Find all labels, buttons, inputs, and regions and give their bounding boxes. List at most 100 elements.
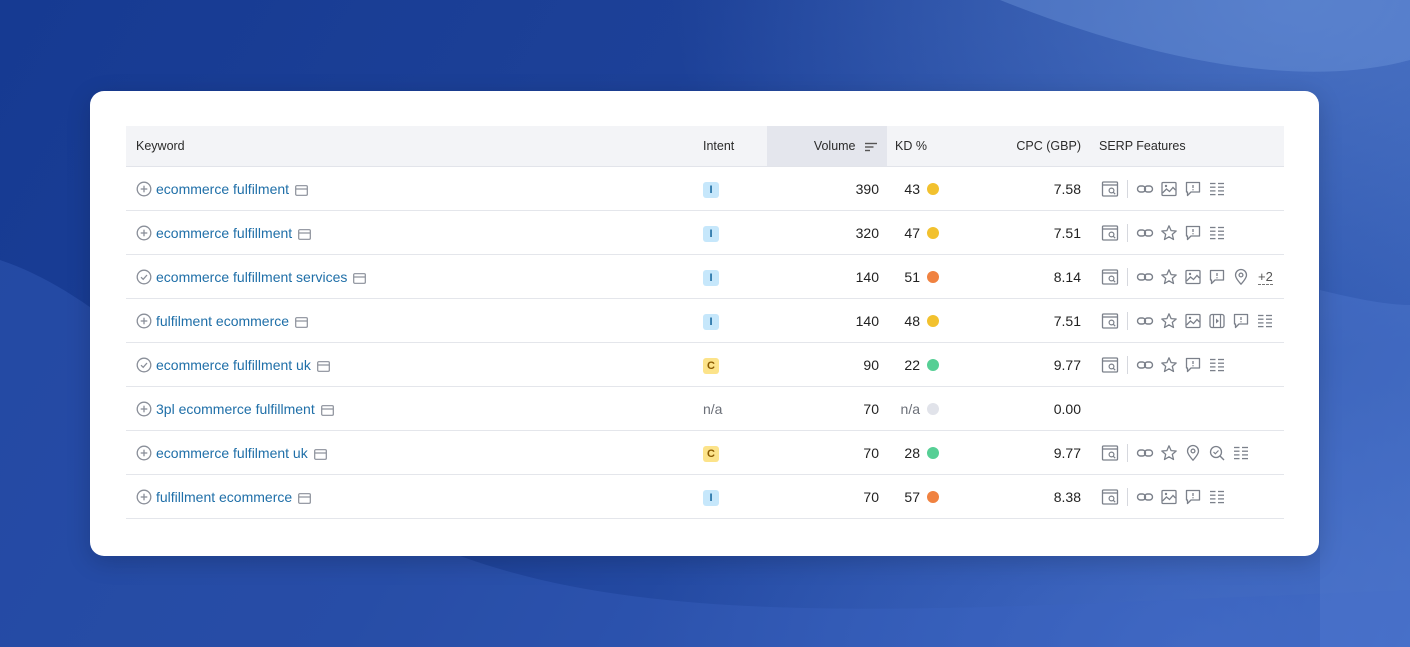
keyword-link[interactable]: ecommerce fulfillment services xyxy=(156,269,347,285)
link-icon[interactable] xyxy=(1136,224,1154,242)
serp-snapshot-icon[interactable] xyxy=(295,183,308,196)
link-icon[interactable] xyxy=(1136,444,1154,462)
check-circle-icon[interactable] xyxy=(136,269,152,285)
kd-difficulty-dot xyxy=(927,315,939,328)
intent-badge-commercial[interactable]: C xyxy=(703,445,719,462)
search-result-icon[interactable] xyxy=(1101,444,1119,462)
list-icon[interactable] xyxy=(1232,444,1250,462)
intent-cell: I xyxy=(703,166,767,211)
header-kd[interactable]: KD % xyxy=(887,126,967,167)
intent-badge-informational[interactable]: I xyxy=(703,489,719,506)
keyword-cell: fulfillment ecommerce xyxy=(126,474,703,519)
intent-na: n/a xyxy=(703,400,723,417)
image-icon[interactable] xyxy=(1184,268,1202,286)
serp-snapshot-icon[interactable] xyxy=(353,271,367,284)
intent-badge-informational[interactable]: I xyxy=(703,313,719,330)
kd-value: 57 xyxy=(904,489,920,506)
keyword-cell: ecommerce fulfilment xyxy=(126,166,703,211)
search-result-icon[interactable] xyxy=(1101,312,1119,330)
header-cpc[interactable]: CPC (GBP) xyxy=(967,126,1087,167)
review-comment-icon[interactable] xyxy=(1184,224,1202,242)
link-icon[interactable] xyxy=(1136,180,1154,198)
search-result-icon[interactable] xyxy=(1101,180,1119,198)
intent-badge-informational[interactable]: I xyxy=(703,269,719,286)
link-icon[interactable] xyxy=(1136,488,1154,506)
intent-badge-informational[interactable]: I xyxy=(703,225,719,242)
cpc-cell: 8.38 xyxy=(967,474,1087,519)
review-comment-icon[interactable] xyxy=(1208,268,1226,286)
search-result-icon[interactable] xyxy=(1101,488,1119,506)
keyword-link[interactable]: fulfilment ecommerce xyxy=(156,313,289,329)
image-icon[interactable] xyxy=(1160,488,1178,506)
cpc-cell: 0.00 xyxy=(967,386,1087,431)
keyword-link[interactable]: ecommerce fulfillment uk xyxy=(156,357,311,373)
check-circle-icon[interactable] xyxy=(136,357,152,373)
list-icon[interactable] xyxy=(1256,312,1274,330)
video-icon[interactable] xyxy=(1208,312,1226,330)
list-icon[interactable] xyxy=(1208,224,1226,242)
star-icon[interactable] xyxy=(1160,268,1178,286)
review-comment-icon[interactable] xyxy=(1184,180,1202,198)
serp-snapshot-icon[interactable] xyxy=(320,403,334,416)
search-result-icon[interactable] xyxy=(1101,224,1119,242)
header-serp-features[interactable]: SERP Features xyxy=(1087,126,1284,167)
intent-cell: I xyxy=(703,210,767,255)
list-icon[interactable] xyxy=(1208,488,1226,506)
star-icon[interactable] xyxy=(1160,224,1178,242)
review-comment-icon[interactable] xyxy=(1184,356,1202,374)
header-keyword[interactable]: Keyword xyxy=(126,126,703,167)
volume-cell: 320 xyxy=(767,210,887,255)
location-pin-icon[interactable] xyxy=(1184,444,1202,462)
link-icon[interactable] xyxy=(1136,312,1154,330)
header-volume-label: Volume xyxy=(813,139,856,153)
star-icon[interactable] xyxy=(1160,444,1178,462)
review-comment-icon[interactable] xyxy=(1184,488,1202,506)
keyword-table: Keyword Intent Volume KD % CPC (GBP) SER… xyxy=(126,126,1284,519)
serp-divider xyxy=(1127,179,1128,198)
kd-difficulty-dot xyxy=(927,359,939,372)
plus-circle-icon[interactable] xyxy=(136,489,152,505)
keyword-link[interactable]: ecommerce fulfilment xyxy=(156,181,289,197)
link-icon[interactable] xyxy=(1136,356,1154,374)
kd-cell: n/a xyxy=(887,386,967,431)
cpc-cell: 8.14 xyxy=(967,254,1087,299)
serp-snapshot-icon[interactable] xyxy=(313,447,327,460)
kd-value: n/a xyxy=(900,401,920,418)
plus-circle-icon[interactable] xyxy=(136,313,152,329)
search-result-icon[interactable] xyxy=(1101,356,1119,374)
review-comment-icon[interactable] xyxy=(1232,312,1250,330)
star-icon[interactable] xyxy=(1160,356,1178,374)
search-result-icon[interactable] xyxy=(1101,268,1119,286)
keyword-link[interactable]: ecommerce fulfilment uk xyxy=(156,445,308,461)
search-zoom-icon[interactable] xyxy=(1208,444,1226,462)
volume-cell: 70 xyxy=(767,474,887,519)
keyword-link[interactable]: fulfillment ecommerce xyxy=(156,489,292,505)
keyword-link[interactable]: ecommerce fulfillment xyxy=(156,225,292,241)
serp-divider xyxy=(1127,223,1128,242)
link-icon[interactable] xyxy=(1136,268,1154,286)
image-icon[interactable] xyxy=(1184,312,1202,330)
plus-circle-icon[interactable] xyxy=(136,181,152,197)
serp-more-link[interactable]: +2 xyxy=(1258,269,1273,285)
table-row: ecommerce fulfilment uk C 70 28 9.77 xyxy=(126,430,1284,475)
plus-circle-icon[interactable] xyxy=(136,225,152,241)
serp-snapshot-icon[interactable] xyxy=(298,491,312,504)
image-icon[interactable] xyxy=(1160,180,1178,198)
serp-snapshot-icon[interactable] xyxy=(295,315,308,328)
location-pin-icon[interactable] xyxy=(1232,268,1250,286)
intent-badge-informational[interactable]: I xyxy=(703,181,719,198)
keyword-link[interactable]: 3pl ecommerce fulfillment xyxy=(156,401,315,417)
table-row: ecommerce fulfilment I 390 43 7.58 xyxy=(126,166,1284,211)
serp-snapshot-icon[interactable] xyxy=(316,359,330,372)
kd-cell: 43 xyxy=(887,166,967,211)
header-intent[interactable]: Intent xyxy=(703,126,767,167)
plus-circle-icon[interactable] xyxy=(136,445,152,461)
serp-snapshot-icon[interactable] xyxy=(298,227,312,240)
list-icon[interactable] xyxy=(1208,356,1226,374)
list-icon[interactable] xyxy=(1208,180,1226,198)
intent-badge-commercial[interactable]: C xyxy=(703,357,719,374)
keyword-cell: ecommerce fulfilment uk xyxy=(126,430,703,475)
header-volume[interactable]: Volume xyxy=(767,126,887,167)
plus-circle-icon[interactable] xyxy=(136,401,152,417)
star-icon[interactable] xyxy=(1160,312,1178,330)
